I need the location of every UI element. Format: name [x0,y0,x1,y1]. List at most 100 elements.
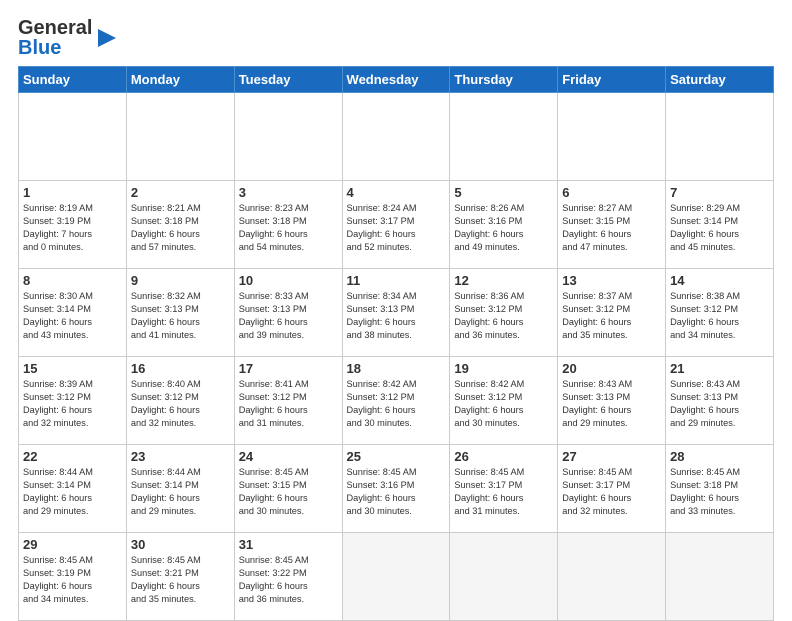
header-day-tuesday: Tuesday [234,67,342,93]
day-number: 17 [239,361,338,376]
day-info: Sunrise: 8:45 AMSunset: 3:19 PMDaylight:… [23,554,122,606]
day-info: Sunrise: 8:44 AMSunset: 3:14 PMDaylight:… [23,466,122,518]
day-number: 18 [347,361,446,376]
day-info: Sunrise: 8:43 AMSunset: 3:13 PMDaylight:… [562,378,661,430]
day-info: Sunrise: 8:39 AMSunset: 3:12 PMDaylight:… [23,378,122,430]
day-number: 16 [131,361,230,376]
day-number: 22 [23,449,122,464]
day-info: Sunrise: 8:42 AMSunset: 3:12 PMDaylight:… [454,378,553,430]
calendar-cell: 9 Sunrise: 8:32 AMSunset: 3:13 PMDaylight… [126,269,234,357]
calendar-cell [234,93,342,181]
day-info: Sunrise: 8:19 AMSunset: 3:19 PMDaylight:… [23,202,122,254]
day-number: 3 [239,185,338,200]
day-number: 23 [131,449,230,464]
calendar-cell: 11Sunrise: 8:34 AMSunset: 3:13 PMDayligh… [342,269,450,357]
day-number: 8 [23,273,122,288]
day-number: 30 [131,537,230,552]
calendar-cell [558,533,666,621]
calendar-cell: 21 Sunrise: 8:43 AMSunset: 3:13 PMDayligh… [666,357,774,445]
day-info: Sunrise: 8:41 AMSunset: 3:12 PMDaylight:… [239,378,338,430]
day-info: Sunrise: 8:45 AMSunset: 3:22 PMDaylight:… [239,554,338,606]
header-day-saturday: Saturday [666,67,774,93]
day-info: Sunrise: 8:29 AMSunset: 3:14 PMDaylight:… [670,202,769,254]
page: General Blue SundayMondayTuesdayWednesda… [0,0,792,612]
calendar-cell: 29 Sunrise: 8:45 AMSunset: 3:19 PMDayligh… [19,533,127,621]
logo: General Blue [18,18,118,58]
calendar-week-4: 22 Sunrise: 8:44 AMSunset: 3:14 PMDayligh… [19,445,774,533]
day-number: 29 [23,537,122,552]
calendar-cell [666,533,774,621]
calendar-cell: 26 Sunrise: 8:45 AMSunset: 3:17 PMDayligh… [450,445,558,533]
day-info: Sunrise: 8:24 AMSunset: 3:17 PMDaylight:… [347,202,446,254]
calendar-cell [19,93,127,181]
day-info: Sunrise: 8:43 AMSunset: 3:13 PMDaylight:… [670,378,769,430]
calendar-cell: 16 Sunrise: 8:40 AMSunset: 3:12 PMDayligh… [126,357,234,445]
day-number: 31 [239,537,338,552]
calendar-cell: 12 Sunrise: 8:36 AMSunset: 3:12 PMDayligh… [450,269,558,357]
day-info: Sunrise: 8:45 AMSunset: 3:18 PMDaylight:… [670,466,769,518]
day-number: 10 [239,273,338,288]
calendar-week-1: 1 Sunrise: 8:19 AMSunset: 3:19 PMDaylight… [19,181,774,269]
day-number: 1 [23,185,122,200]
day-number: 11 [347,273,446,288]
day-number: 7 [670,185,769,200]
day-number: 2 [131,185,230,200]
calendar-cell: 23Sunrise: 8:44 AMSunset: 3:14 PMDayligh… [126,445,234,533]
day-number: 27 [562,449,661,464]
calendar-cell: 17 Sunrise: 8:41 AMSunset: 3:12 PMDayligh… [234,357,342,445]
day-info: Sunrise: 8:45 AMSunset: 3:17 PMDaylight:… [562,466,661,518]
calendar-cell: 22 Sunrise: 8:44 AMSunset: 3:14 PMDayligh… [19,445,127,533]
calendar-cell: 25Sunrise: 8:45 AMSunset: 3:16 PMDayligh… [342,445,450,533]
calendar-week-0 [19,93,774,181]
calendar-cell [126,93,234,181]
day-info: Sunrise: 8:40 AMSunset: 3:12 PMDaylight:… [131,378,230,430]
calendar-cell: 31 Sunrise: 8:45 AMSunset: 3:22 PMDayligh… [234,533,342,621]
calendar-cell: 7 Sunrise: 8:29 AMSunset: 3:14 PMDaylight… [666,181,774,269]
day-number: 12 [454,273,553,288]
day-number: 6 [562,185,661,200]
logo-arrow-icon [96,27,118,49]
day-info: Sunrise: 8:32 AMSunset: 3:13 PMDaylight:… [131,290,230,342]
day-number: 21 [670,361,769,376]
calendar-cell: 6 Sunrise: 8:27 AMSunset: 3:15 PMDaylight… [558,181,666,269]
day-number: 26 [454,449,553,464]
day-number: 24 [239,449,338,464]
day-info: Sunrise: 8:45 AMSunset: 3:15 PMDaylight:… [239,466,338,518]
day-info: Sunrise: 8:26 AMSunset: 3:16 PMDaylight:… [454,202,553,254]
day-number: 5 [454,185,553,200]
calendar-cell: 19 Sunrise: 8:42 AMSunset: 3:12 PMDayligh… [450,357,558,445]
day-info: Sunrise: 8:27 AMSunset: 3:15 PMDaylight:… [562,202,661,254]
day-number: 14 [670,273,769,288]
calendar-cell: 13Sunrise: 8:37 AMSunset: 3:12 PMDayligh… [558,269,666,357]
day-number: 9 [131,273,230,288]
calendar-cell: 27 Sunrise: 8:45 AMSunset: 3:17 PMDayligh… [558,445,666,533]
day-number: 25 [347,449,446,464]
day-info: Sunrise: 8:21 AMSunset: 3:18 PMDaylight:… [131,202,230,254]
day-info: Sunrise: 8:36 AMSunset: 3:12 PMDaylight:… [454,290,553,342]
calendar-table: SundayMondayTuesdayWednesdayThursdayFrid… [18,66,774,621]
day-number: 20 [562,361,661,376]
calendar-week-2: 8 Sunrise: 8:30 AMSunset: 3:14 PMDaylight… [19,269,774,357]
day-number: 4 [347,185,446,200]
day-number: 19 [454,361,553,376]
calendar-cell: 20 Sunrise: 8:43 AMSunset: 3:13 PMDayligh… [558,357,666,445]
day-info: Sunrise: 8:42 AMSunset: 3:12 PMDaylight:… [347,378,446,430]
header-row: SundayMondayTuesdayWednesdayThursdayFrid… [19,67,774,93]
calendar-cell: 28 Sunrise: 8:45 AMSunset: 3:18 PMDayligh… [666,445,774,533]
day-number: 28 [670,449,769,464]
day-info: Sunrise: 8:38 AMSunset: 3:12 PMDaylight:… [670,290,769,342]
day-info: Sunrise: 8:23 AMSunset: 3:18 PMDaylight:… [239,202,338,254]
day-info: Sunrise: 8:45 AMSunset: 3:17 PMDaylight:… [454,466,553,518]
calendar-header: SundayMondayTuesdayWednesdayThursdayFrid… [19,67,774,93]
calendar-cell [342,533,450,621]
calendar-cell: 8 Sunrise: 8:30 AMSunset: 3:14 PMDaylight… [19,269,127,357]
calendar-cell: 18 Sunrise: 8:42 AMSunset: 3:12 PMDayligh… [342,357,450,445]
day-info: Sunrise: 8:30 AMSunset: 3:14 PMDaylight:… [23,290,122,342]
calendar-cell: 1 Sunrise: 8:19 AMSunset: 3:19 PMDaylight… [19,181,127,269]
day-number: 15 [23,361,122,376]
calendar-cell: 4 Sunrise: 8:24 AMSunset: 3:17 PMDaylight… [342,181,450,269]
header: General Blue [18,18,774,58]
header-day-wednesday: Wednesday [342,67,450,93]
header-day-thursday: Thursday [450,67,558,93]
calendar-week-5: 29 Sunrise: 8:45 AMSunset: 3:19 PMDayligh… [19,533,774,621]
